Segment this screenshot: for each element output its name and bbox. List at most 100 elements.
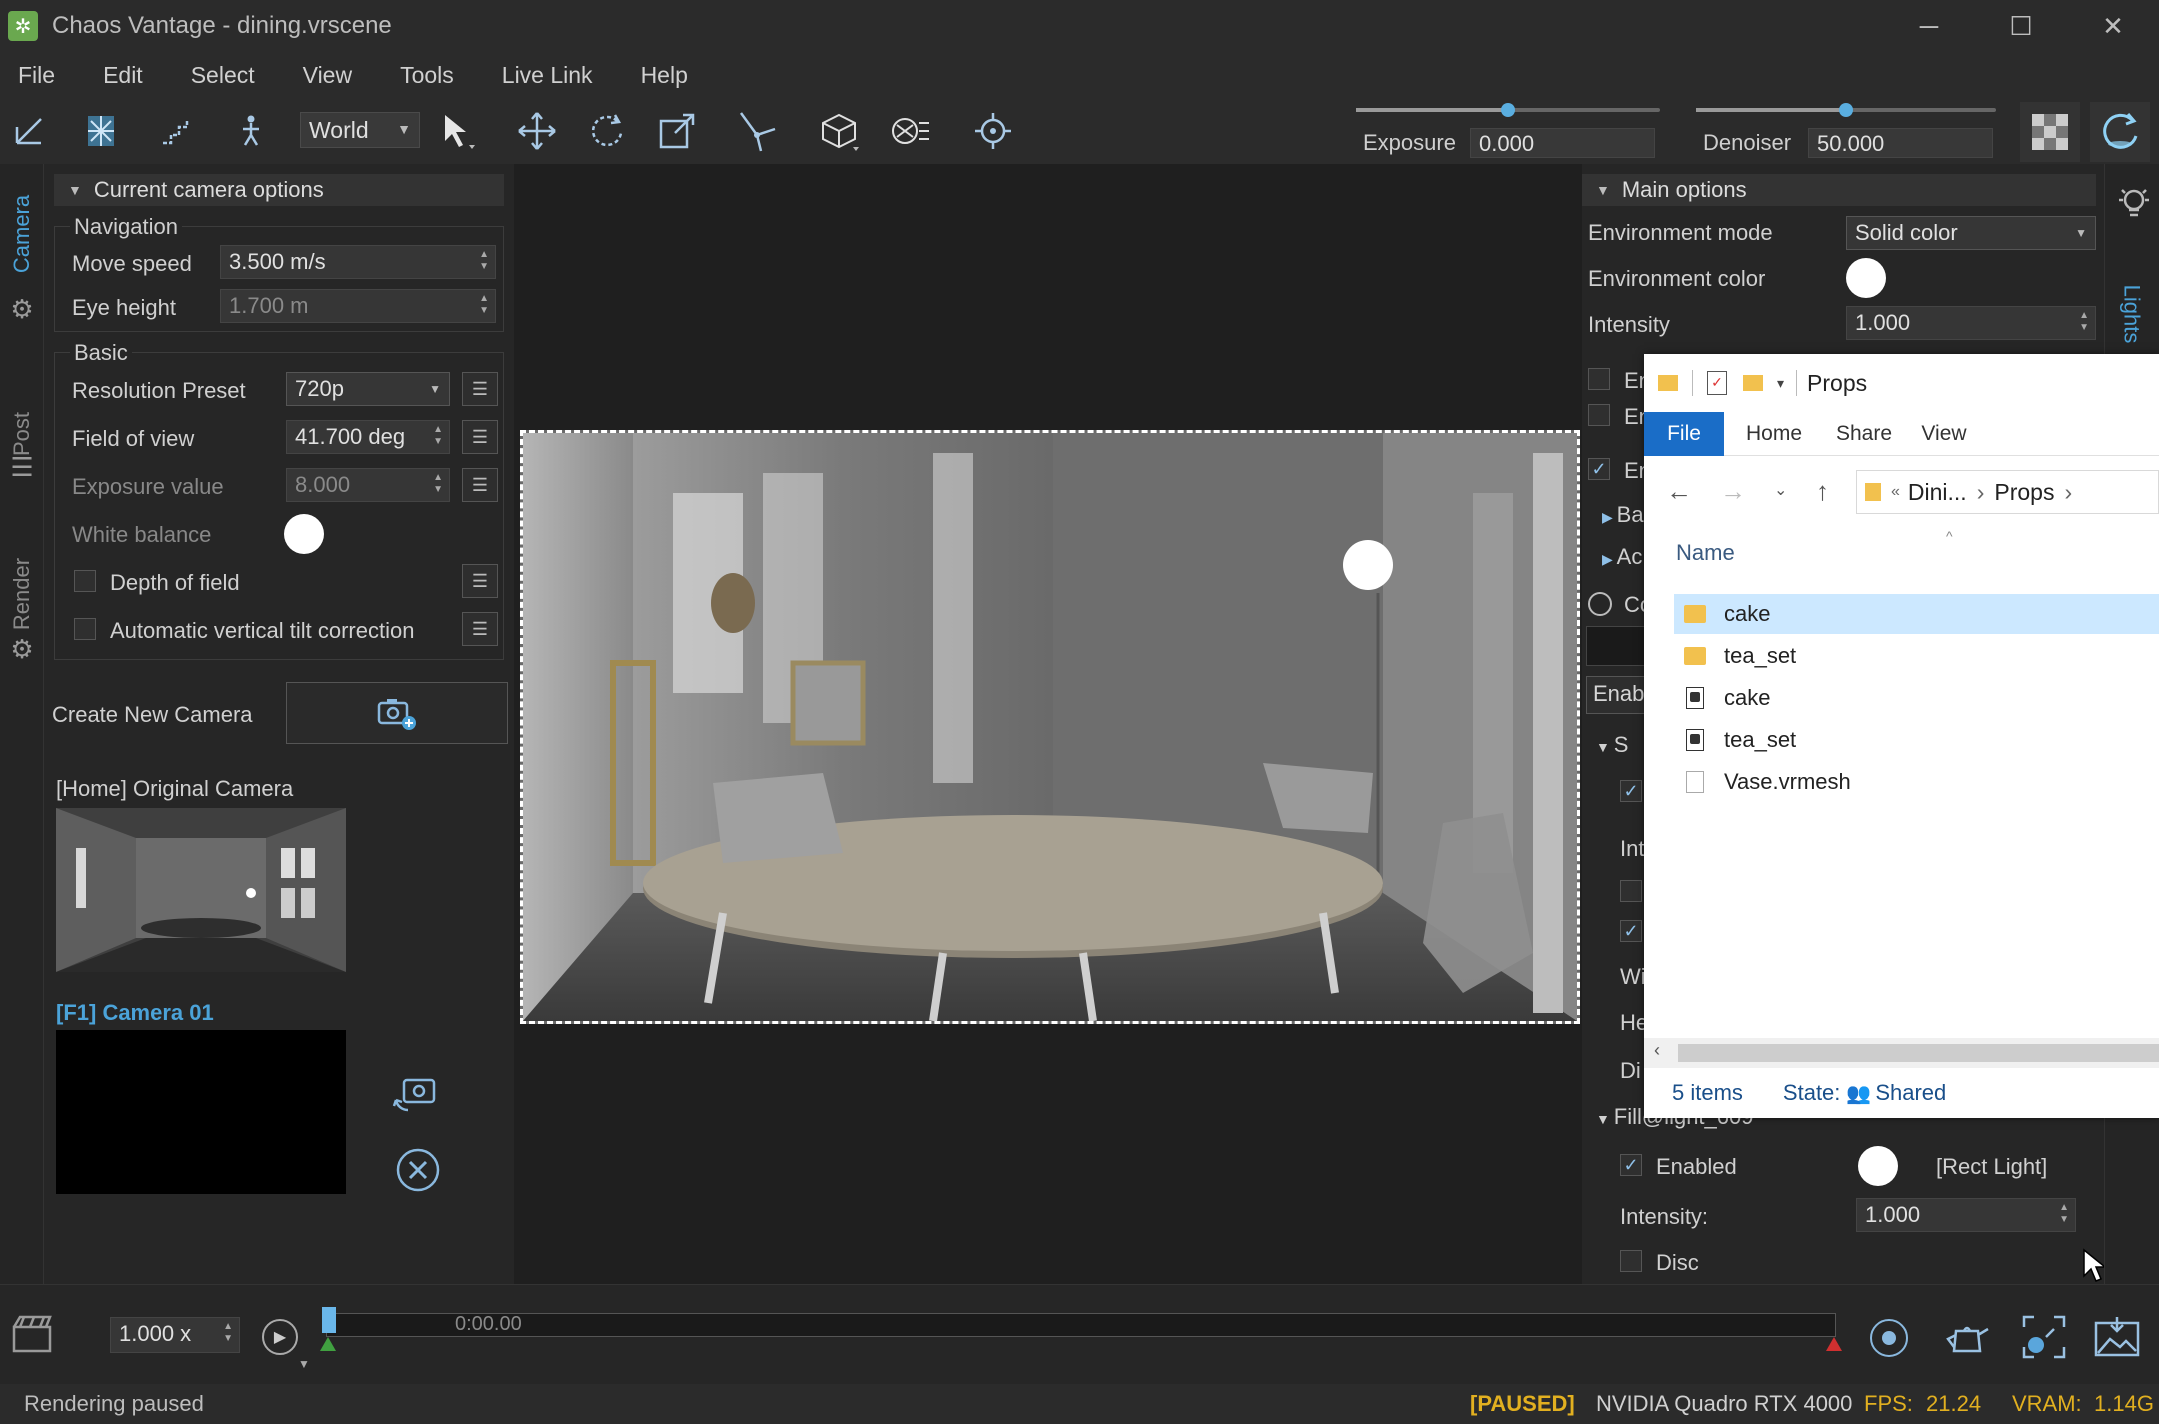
partial-section-s[interactable]: ▼ S — [1596, 732, 1628, 758]
depth-of-field-checkbox[interactable] — [74, 570, 96, 592]
spin-arrows-icon[interactable]: ▲ ▼ — [433, 472, 443, 496]
menu-help[interactable]: Help — [617, 62, 712, 89]
column-header-name[interactable]: Name — [1676, 540, 1735, 566]
spin-arrows-icon[interactable]: ▲ ▼ — [223, 1321, 233, 1345]
light-enabled-checkbox[interactable]: ✓ — [1620, 1154, 1642, 1176]
scale-icon[interactable] — [654, 108, 700, 154]
spin-arrows-icon[interactable]: ▲ ▼ — [2079, 310, 2089, 334]
partial-checkbox-4[interactable]: ✓ — [1620, 780, 1642, 802]
partial-checkbox-2[interactable] — [1588, 404, 1610, 426]
scroll-thumb[interactable] — [1678, 1044, 2159, 1062]
stairs-icon[interactable] — [154, 108, 200, 154]
playhead-handle[interactable] — [322, 1307, 336, 1333]
recent-locations-icon[interactable]: ⌄ — [1774, 480, 1787, 500]
breadcrumb-overflow-icon[interactable]: « — [1891, 483, 1900, 501]
move-icon[interactable] — [514, 108, 560, 154]
menu-edit[interactable]: Edit — [79, 62, 167, 89]
save-image-icon[interactable] — [2094, 1315, 2140, 1359]
minimize-button[interactable]: ─ — [1883, 0, 1975, 52]
snap-icon[interactable] — [734, 108, 780, 154]
list-item[interactable]: tea_set — [1674, 636, 2159, 676]
spin-arrows-icon[interactable]: ▲ ▼ — [2059, 1202, 2069, 1226]
focus-frame-icon[interactable] — [2022, 1315, 2066, 1359]
resolution-options-button[interactable]: ☰ — [462, 372, 498, 406]
delete-camera-button[interactable] — [394, 1146, 442, 1194]
camera-01-thumbnail[interactable] — [56, 1030, 346, 1194]
exposure-slider-knob[interactable] — [1501, 103, 1515, 117]
render-sync-icon[interactable] — [2090, 102, 2150, 162]
expand-triangle-icon[interactable]: ▶ — [1602, 509, 1617, 525]
exposure-slider[interactable] — [1356, 103, 1660, 117]
rotate-icon[interactable] — [584, 108, 630, 154]
ribbon-tab-view[interactable]: View — [1904, 412, 1984, 456]
play-options-caret-icon[interactable]: ▼ — [298, 1357, 310, 1371]
up-arrow-icon[interactable]: ↑ — [1816, 476, 1829, 507]
address-bar[interactable]: « Dini... › Props › — [1856, 470, 2159, 514]
exposure-value-field[interactable]: 8.000 ▲ ▼ — [286, 468, 450, 502]
tilt-options-button[interactable]: ☰ — [462, 612, 498, 646]
list-item[interactable]: cake — [1674, 594, 2159, 634]
timeline-track[interactable] — [326, 1313, 1836, 1337]
partial-color-field[interactable] — [1586, 626, 1646, 666]
intensity-field[interactable]: 1.000 ▲ ▼ — [1846, 306, 2096, 340]
spin-arrows-icon[interactable]: ▲ ▼ — [433, 424, 443, 448]
partial-enable-button[interactable]: Enab — [1586, 676, 1646, 714]
breadcrumb-parent[interactable]: Dini... — [1908, 479, 1967, 506]
menu-select[interactable]: Select — [167, 62, 279, 89]
tilt-correction-checkbox[interactable] — [74, 618, 96, 640]
camera-settings-icon[interactable]: ⚙ — [6, 294, 38, 326]
white-balance-swatch[interactable] — [284, 514, 324, 554]
forward-arrow-icon[interactable]: → — [1720, 476, 1746, 507]
partial-checkbox-3[interactable]: ✓ — [1588, 458, 1610, 480]
properties-icon[interactable]: ✓ — [1707, 371, 1727, 395]
coordinate-space-select[interactable]: World ▼ — [300, 112, 420, 148]
axis-icon[interactable] — [6, 108, 52, 154]
target-icon[interactable] — [970, 108, 1016, 154]
walk-icon[interactable] — [228, 108, 274, 154]
light-intensity-field[interactable]: 1.000 ▲ ▼ — [1856, 1198, 2076, 1232]
object-icon[interactable] — [816, 108, 862, 154]
partial-checkbox-6[interactable]: ✓ — [1620, 920, 1642, 942]
spin-arrows-icon[interactable]: ▲ ▼ — [479, 249, 489, 273]
radio-button[interactable] — [1588, 592, 1612, 616]
back-arrow-icon[interactable]: ← — [1666, 476, 1692, 507]
camera-home-thumbnail[interactable] — [56, 808, 346, 972]
main-options-header[interactable]: ▼ Main options — [1582, 174, 2096, 206]
menu-file[interactable]: File — [0, 62, 79, 89]
scroll-left-icon[interactable]: ‹ — [1654, 1040, 1660, 1061]
ribbon-tab-file[interactable]: File — [1644, 412, 1724, 456]
menu-tools[interactable]: Tools — [376, 62, 478, 89]
partial-checkbox-1[interactable] — [1588, 368, 1610, 390]
menu-live-link[interactable]: Live Link — [478, 62, 617, 89]
fov-options-button[interactable]: ☰ — [462, 420, 498, 454]
disc-checkbox[interactable] — [1620, 1250, 1642, 1272]
spin-arrows-icon[interactable]: ▲ ▼ — [479, 293, 489, 317]
move-speed-field[interactable]: 3.500 m/s ▲ ▼ — [220, 245, 496, 279]
expand-triangle-icon[interactable]: ▶ — [1602, 551, 1617, 567]
record-button[interactable] — [1870, 1319, 1908, 1357]
list-item[interactable]: tea_set — [1674, 720, 2159, 760]
play-button[interactable]: ▶ — [262, 1319, 298, 1355]
quick-access-dropdown-icon[interactable]: ▾ — [1777, 375, 1784, 392]
gear-object-icon[interactable] — [886, 108, 932, 154]
start-marker-icon[interactable] — [320, 1337, 336, 1351]
playback-speed-field[interactable]: 1.000 x ▲ ▼ — [110, 1317, 240, 1353]
checker-icon[interactable] — [2020, 102, 2080, 162]
snowflake-light-icon[interactable] — [78, 108, 124, 154]
resolution-preset-select[interactable]: 720p ▼ — [286, 372, 450, 406]
teapot-icon[interactable] — [1946, 1317, 1990, 1357]
denoiser-slider[interactable] — [1696, 103, 1996, 117]
current-camera-options-header[interactable]: ▼ Current camera options — [54, 174, 504, 206]
environment-color-swatch[interactable] — [1846, 258, 1886, 298]
new-folder-icon[interactable] — [1743, 375, 1763, 391]
dof-options-button[interactable]: ☰ — [462, 564, 498, 598]
menu-view[interactable]: View — [279, 62, 376, 89]
horizontal-scrollbar[interactable]: ‹ — [1644, 1038, 2159, 1068]
end-marker-icon[interactable] — [1826, 1337, 1842, 1351]
denoiser-field[interactable]: 50.000 — [1808, 128, 1993, 158]
light-color-swatch[interactable] — [1858, 1146, 1898, 1186]
partial-checkbox-5[interactable] — [1620, 880, 1642, 902]
close-button[interactable]: ✕ — [2067, 0, 2159, 52]
environment-mode-select[interactable]: Solid color ▼ — [1846, 216, 2096, 250]
list-item[interactable]: cake — [1674, 678, 2159, 718]
